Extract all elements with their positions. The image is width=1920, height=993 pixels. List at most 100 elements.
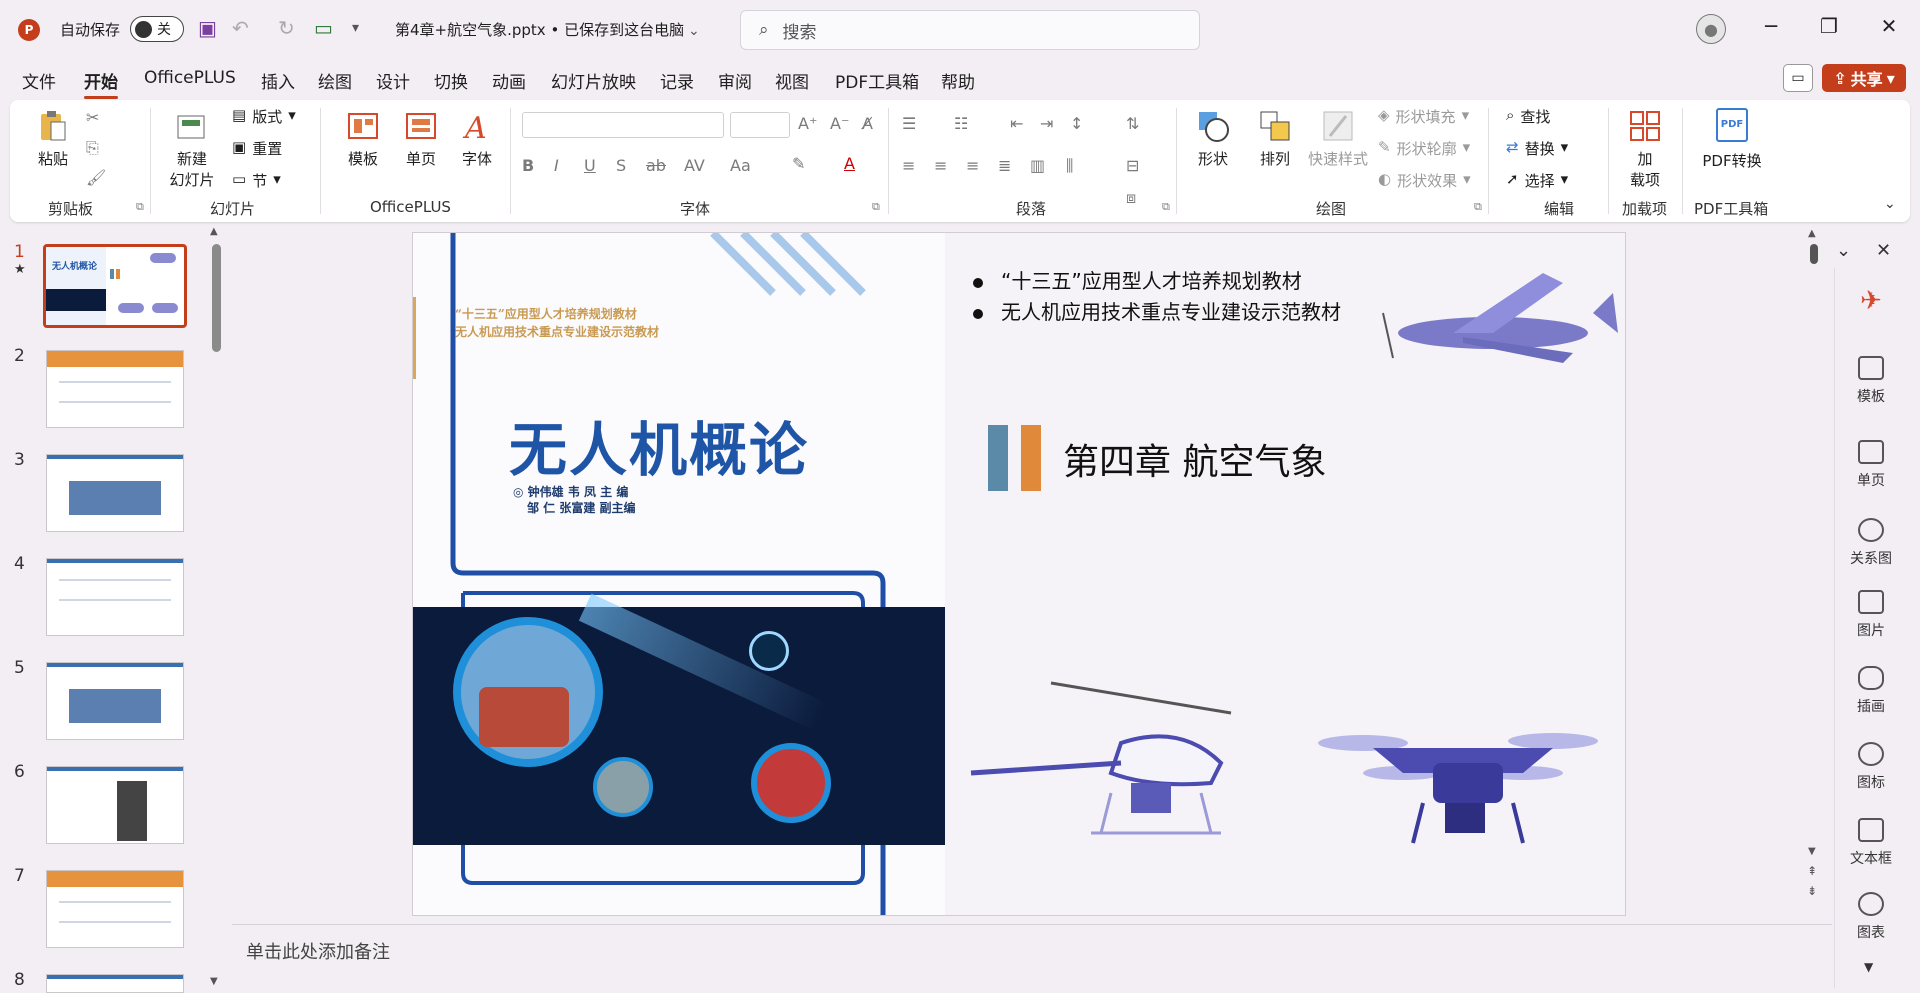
single-page-button[interactable]: 单页 [396, 108, 446, 169]
shape-outline-button[interactable]: ✎ 形状轮廓 ▾ [1378, 138, 1470, 159]
drawing-launcher-icon[interactable]: ⧉ [1474, 200, 1482, 214]
highlight-icon[interactable]: ✎ [792, 154, 805, 173]
customize-toolbar-chevron-icon[interactable]: ▾ [352, 16, 359, 40]
slide-scroll-down-icon[interactable]: ▼ [1808, 846, 1816, 857]
slide-thumbnail-7[interactable] [46, 870, 184, 948]
redo-icon[interactable]: ↻ [278, 16, 295, 40]
tab-insert[interactable]: 插入 [261, 68, 295, 93]
tab-draw[interactable]: 绘图 [318, 68, 352, 93]
tab-view[interactable]: 视图 [775, 68, 809, 93]
smartart-icon[interactable]: ⧈ [1126, 188, 1136, 208]
next-slide-icon[interactable]: ⇟ [1807, 884, 1817, 898]
bold-button[interactable]: B [522, 156, 534, 175]
quick-styles-button[interactable]: 快速样式 [1306, 108, 1370, 169]
decrease-font-icon[interactable]: A⁻ [830, 114, 849, 133]
addins-button[interactable]: 加 载项 [1620, 108, 1670, 190]
account-avatar-icon[interactable]: ● [1696, 14, 1726, 44]
panel-item-relationship[interactable]: 关系图 [1836, 518, 1906, 568]
tab-design[interactable]: 设计 [376, 68, 410, 93]
slide-thumbnail-5[interactable] [46, 662, 184, 740]
panel-more-chevron-icon[interactable]: ▼ [1864, 960, 1873, 974]
columns-icon[interactable]: ⫼ [1066, 156, 1073, 176]
tab-officeplus[interactable]: OfficePLUS [144, 68, 236, 88]
tab-transitions[interactable]: 切换 [434, 68, 468, 93]
panel-close-icon[interactable]: ✕ [1876, 240, 1891, 261]
character-spacing-button[interactable]: AV [684, 156, 705, 175]
replace-button[interactable]: ⇄ 替换 ▾ [1506, 138, 1568, 159]
justify-icon[interactable]: ≣ [998, 156, 1011, 175]
template-button[interactable]: 模板 [338, 108, 388, 169]
clear-formatting-icon[interactable]: A̸ [862, 114, 873, 133]
section-button[interactable]: ▭ 节 ▾ [232, 170, 281, 191]
thumb-scroll-down-icon[interactable]: ▼ [210, 976, 218, 987]
italic-button[interactable]: I [554, 156, 559, 175]
new-slide-button[interactable]: 新建 幻灯片 [162, 108, 222, 190]
slide-bullet-list[interactable]: “十三五”应用型人才培养规划教材 无人机应用技术重点专业建设示范教材 [973, 265, 1341, 327]
panel-item-illustration[interactable]: 插画 [1836, 666, 1906, 716]
align-left-icon[interactable]: ≡ [902, 156, 915, 175]
tab-review[interactable]: 审阅 [718, 68, 752, 93]
thumbnail-scrollbar[interactable] [212, 244, 221, 352]
decrease-indent-icon[interactable]: ⇤ [1010, 114, 1023, 133]
panel-item-picture[interactable]: 图片 [1836, 590, 1906, 640]
tab-home[interactable]: 开始 [84, 68, 118, 99]
shapes-button[interactable]: 形状 [1188, 108, 1238, 169]
cut-icon[interactable]: ✂ [86, 108, 99, 127]
slide-thumbnail-3[interactable] [46, 454, 184, 532]
change-case-button[interactable]: Aa [730, 156, 751, 175]
slide-thumbnail-2[interactable] [46, 350, 184, 428]
font-launcher-icon[interactable]: ⧉ [872, 200, 880, 214]
thumb-scroll-up-icon[interactable]: ▲ [210, 226, 218, 237]
increase-indent-icon[interactable]: ⇥ [1040, 114, 1053, 133]
strikethrough-button[interactable]: ab [646, 156, 666, 175]
close-window-icon[interactable]: ✕ [1874, 14, 1904, 38]
save-icon[interactable]: ▣ [198, 16, 217, 40]
shadow-button[interactable]: S [616, 156, 626, 175]
align-right-icon[interactable]: ≡ [966, 156, 979, 175]
slide-thumbnail-6[interactable] [46, 766, 184, 844]
slide-scroll-up-icon[interactable]: ▲ [1808, 228, 1816, 239]
title-chevron-down-icon[interactable]: ⌄ [688, 19, 700, 43]
font-size-select[interactable] [730, 112, 790, 138]
collapse-ribbon-icon[interactable]: ⌄ [1884, 196, 1896, 212]
panel-item-template[interactable]: 模板 [1836, 356, 1906, 406]
slide-scrollbar[interactable]: ▲ ▼ ⇞ ⇟ [1807, 228, 1820, 908]
tab-slideshow[interactable]: 幻灯片放映 [551, 68, 636, 93]
shape-effects-button[interactable]: ◐ 形状效果 ▾ [1378, 170, 1471, 191]
font-color-icon[interactable]: A [844, 154, 855, 173]
clipboard-launcher-icon[interactable]: ⧉ [136, 200, 144, 214]
search-box[interactable]: ⌕ 搜索 [740, 10, 1200, 50]
tab-record[interactable]: 记录 [660, 68, 694, 93]
text-direction-icon[interactable]: ⇅ [1126, 114, 1139, 133]
restore-icon[interactable]: ❐ [1814, 14, 1844, 38]
font-style-button[interactable]: A 字体 [452, 108, 502, 169]
distributed-icon[interactable]: ▥ [1030, 156, 1045, 175]
minimize-icon[interactable]: ─ [1756, 14, 1786, 38]
undo-icon[interactable]: ↶ [232, 16, 249, 40]
slide-thumbnail-4[interactable] [46, 558, 184, 636]
previous-slide-icon[interactable]: ⇞ [1807, 864, 1817, 878]
line-spacing-icon[interactable]: ↕ [1070, 114, 1083, 133]
notes-pane[interactable]: 单击此处添加备注 [232, 926, 1832, 974]
panel-item-icons[interactable]: 图标 [1836, 742, 1906, 792]
comments-button[interactable]: ▭ [1783, 64, 1813, 92]
font-name-select[interactable] [522, 112, 724, 138]
bullets-icon[interactable]: ☰ [902, 114, 916, 133]
tab-animations[interactable]: 动画 [492, 68, 526, 93]
arrange-button[interactable]: 排列 [1250, 108, 1300, 169]
paste-button[interactable]: 粘贴 [28, 108, 78, 169]
tab-pdf-toolbox[interactable]: PDF工具箱 [835, 68, 919, 93]
panel-collapse-chevron-icon[interactable]: ⌄ [1836, 240, 1851, 261]
tab-file[interactable]: 文件 [22, 68, 56, 93]
reset-button[interactable]: ▣ 重置 [232, 138, 282, 159]
align-center-icon[interactable]: ≡ [934, 156, 947, 175]
present-from-start-icon[interactable]: ▭ [314, 16, 333, 40]
slide-thumbnail-1[interactable]: 无人机概论 [43, 244, 187, 328]
shape-fill-button[interactable]: ◈ 形状填充 ▾ [1378, 106, 1469, 127]
share-button[interactable]: ⇪ 共享 ▾ [1822, 64, 1906, 92]
chapter-title[interactable]: 第四章 航空气象 [1063, 433, 1326, 485]
slide-scroll-thumb[interactable] [1810, 244, 1818, 264]
layout-button[interactable]: ▤ 版式 ▾ [232, 106, 296, 127]
panel-item-chart[interactable]: 图表 [1836, 892, 1906, 942]
format-painter-icon[interactable]: 🖌 [86, 168, 106, 187]
